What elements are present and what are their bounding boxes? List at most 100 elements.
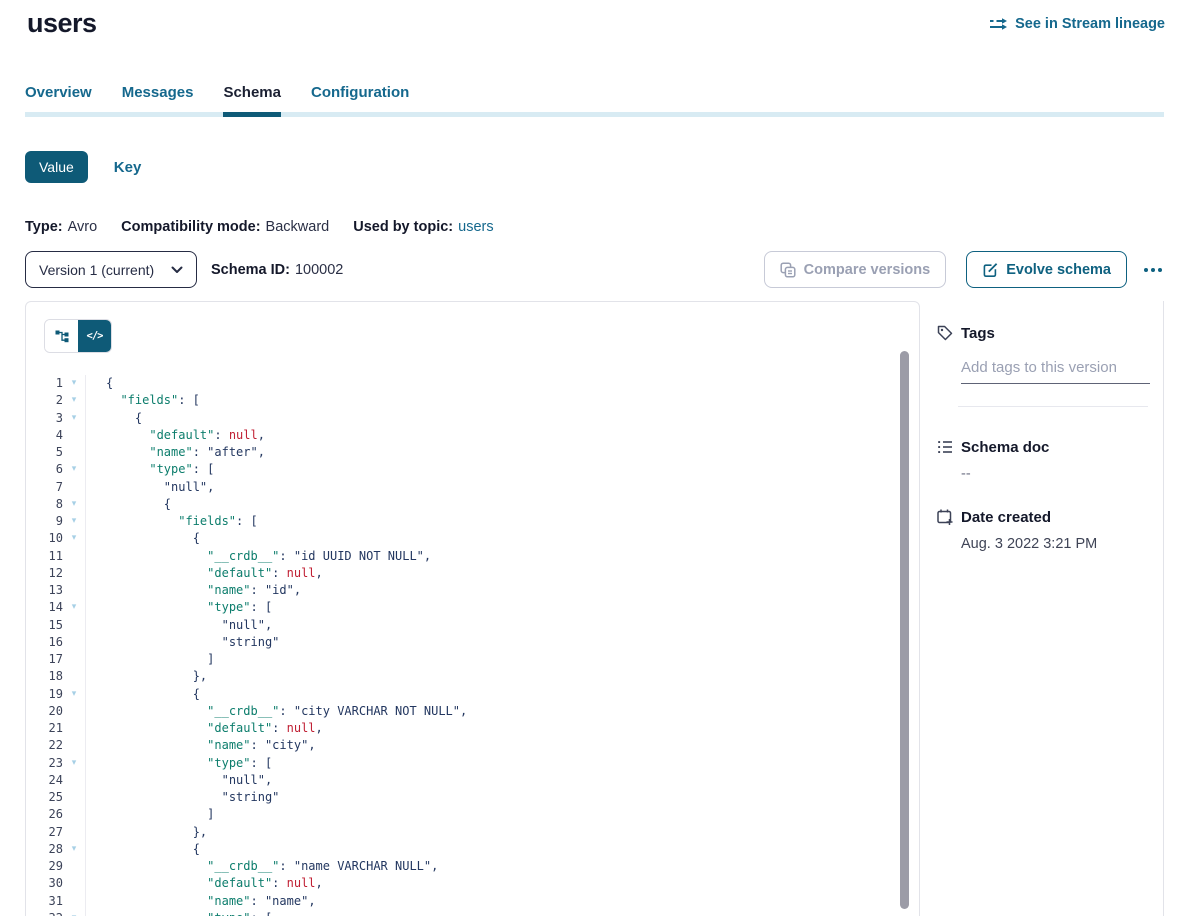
line-number: 28 <box>26 841 63 858</box>
code-line: 27}, <box>26 824 919 841</box>
code-line: 25 "string" <box>26 789 919 806</box>
fold-toggle-icon[interactable]: ▾ <box>63 410 85 427</box>
code-line: 9▾"fields": [ <box>26 513 919 530</box>
fold-spacer <box>63 875 85 892</box>
fold-toggle-icon[interactable]: ▾ <box>63 392 85 409</box>
fold-spacer <box>63 824 85 841</box>
stream-lineage-icon <box>989 17 1008 31</box>
fold-spacer <box>63 427 85 444</box>
code-text: "name": "name", <box>85 893 919 910</box>
chevron-down-icon <box>171 266 183 274</box>
fold-spacer <box>63 806 85 823</box>
code-line: 1▾{ <box>26 375 919 392</box>
code-view-icon: </> <box>87 330 103 342</box>
code-text: { <box>85 686 919 703</box>
fold-toggle-icon[interactable]: ▾ <box>63 461 85 478</box>
fold-toggle-icon[interactable]: ▾ <box>63 375 85 392</box>
scrollbar-thumb[interactable] <box>900 351 909 909</box>
code-text: "type": [ <box>85 599 919 616</box>
code-text: "string" <box>85 789 919 806</box>
fold-toggle-icon[interactable]: ▾ <box>63 599 85 616</box>
line-number: 27 <box>26 824 63 841</box>
line-number: 11 <box>26 548 63 565</box>
code-line: 16"string" <box>26 634 919 651</box>
fold-toggle-icon[interactable]: ▾ <box>63 755 85 772</box>
tags-section: Tags <box>936 324 1147 407</box>
schema-id-label: Schema ID: <box>211 262 290 278</box>
line-number: 16 <box>26 634 63 651</box>
add-tags-input[interactable] <box>961 359 1150 384</box>
line-number: 15 <box>26 617 63 634</box>
fold-toggle-icon[interactable]: ▾ <box>63 513 85 530</box>
fold-toggle-icon[interactable]: ▾ <box>63 686 85 703</box>
tree-view-icon <box>54 328 70 344</box>
compare-versions-button[interactable]: Compare versions <box>764 251 947 288</box>
value-key-toggle: Value Key <box>25 151 1189 183</box>
tab-schema[interactable]: Schema <box>223 84 281 112</box>
fold-toggle-icon[interactable]: ▾ <box>63 496 85 513</box>
code-text: }, <box>85 824 919 841</box>
sidebar-divider <box>958 406 1148 407</box>
code-text: ] <box>85 651 919 668</box>
tab-messages[interactable]: Messages <box>122 84 194 112</box>
fold-spacer <box>63 668 85 685</box>
line-number: 22 <box>26 737 63 754</box>
type-label: Type: <box>25 219 63 235</box>
code-text: }, <box>85 668 919 685</box>
code-line: 12"default": null, <box>26 565 919 582</box>
line-number: 2 <box>26 392 63 409</box>
fold-toggle-icon[interactable]: ▾ <box>63 910 85 916</box>
date-created-section: Date created Aug. 3 2022 3:21 PM <box>936 508 1147 552</box>
tab-overview[interactable]: Overview <box>25 84 92 112</box>
line-number: 24 <box>26 772 63 789</box>
schema-meta: Type: Avro Compatibility mode: Backward … <box>25 219 1189 235</box>
code-line: 4"default": null, <box>26 427 919 444</box>
evolve-schema-label: Evolve schema <box>1006 262 1111 278</box>
fold-spacer <box>63 582 85 599</box>
code-line: 7"null", <box>26 479 919 496</box>
code-text: { <box>85 530 919 547</box>
compare-versions-label: Compare versions <box>804 262 931 278</box>
line-number: 13 <box>26 582 63 599</box>
tree-view-button[interactable] <box>45 320 78 352</box>
fold-spacer <box>63 565 85 582</box>
fold-toggle-icon[interactable]: ▾ <box>63 530 85 547</box>
schema-doc-value: -- <box>961 466 1147 482</box>
line-number: 25 <box>26 789 63 806</box>
code-line: 17] <box>26 651 919 668</box>
compatibility-value: Backward <box>266 219 330 235</box>
calendar-add-icon <box>936 508 954 526</box>
stream-lineage-link[interactable]: See in Stream lineage <box>989 16 1165 32</box>
code-line: 3▾{ <box>26 410 919 427</box>
fold-toggle-icon[interactable]: ▾ <box>63 841 85 858</box>
line-number: 1 <box>26 375 63 392</box>
fold-spacer <box>63 479 85 496</box>
line-number: 14 <box>26 599 63 616</box>
line-number: 10 <box>26 530 63 547</box>
code-line: 11 "__crdb__": "id UUID NOT NULL", <box>26 548 919 565</box>
version-bar: Version 1 (current) Schema ID: 100002 Co… <box>25 251 1164 288</box>
tab-track <box>25 112 1164 117</box>
line-number: 23 <box>26 755 63 772</box>
code-text: "__crdb__": "id UUID NOT NULL", <box>85 548 919 565</box>
code-view-button[interactable]: </> <box>78 320 111 352</box>
key-toggle-link[interactable]: Key <box>114 159 142 176</box>
schema-page: users See in Stream lineage Overview Mess… <box>0 0 1189 916</box>
value-toggle-button[interactable]: Value <box>25 151 88 183</box>
page-title: users <box>27 8 97 39</box>
tag-icon <box>936 324 954 342</box>
code-line: 13"name": "id", <box>26 582 919 599</box>
code-line: 18}, <box>26 668 919 685</box>
more-options-button[interactable] <box>1142 264 1164 276</box>
compatibility-label: Compatibility mode: <box>121 219 260 235</box>
fold-spacer <box>63 789 85 806</box>
code-line: 10▾{ <box>26 530 919 547</box>
line-number: 12 <box>26 565 63 582</box>
code-lines[interactable]: 1▾{2▾"fields": [3▾{4"default": null,5"na… <box>26 375 919 916</box>
code-text: ] <box>85 806 919 823</box>
tab-configuration[interactable]: Configuration <box>311 84 409 112</box>
topic-link[interactable]: users <box>458 219 493 235</box>
evolve-schema-button[interactable]: Evolve schema <box>966 251 1127 288</box>
code-line: 31"name": "name", <box>26 893 919 910</box>
version-select[interactable]: Version 1 (current) <box>25 251 197 288</box>
